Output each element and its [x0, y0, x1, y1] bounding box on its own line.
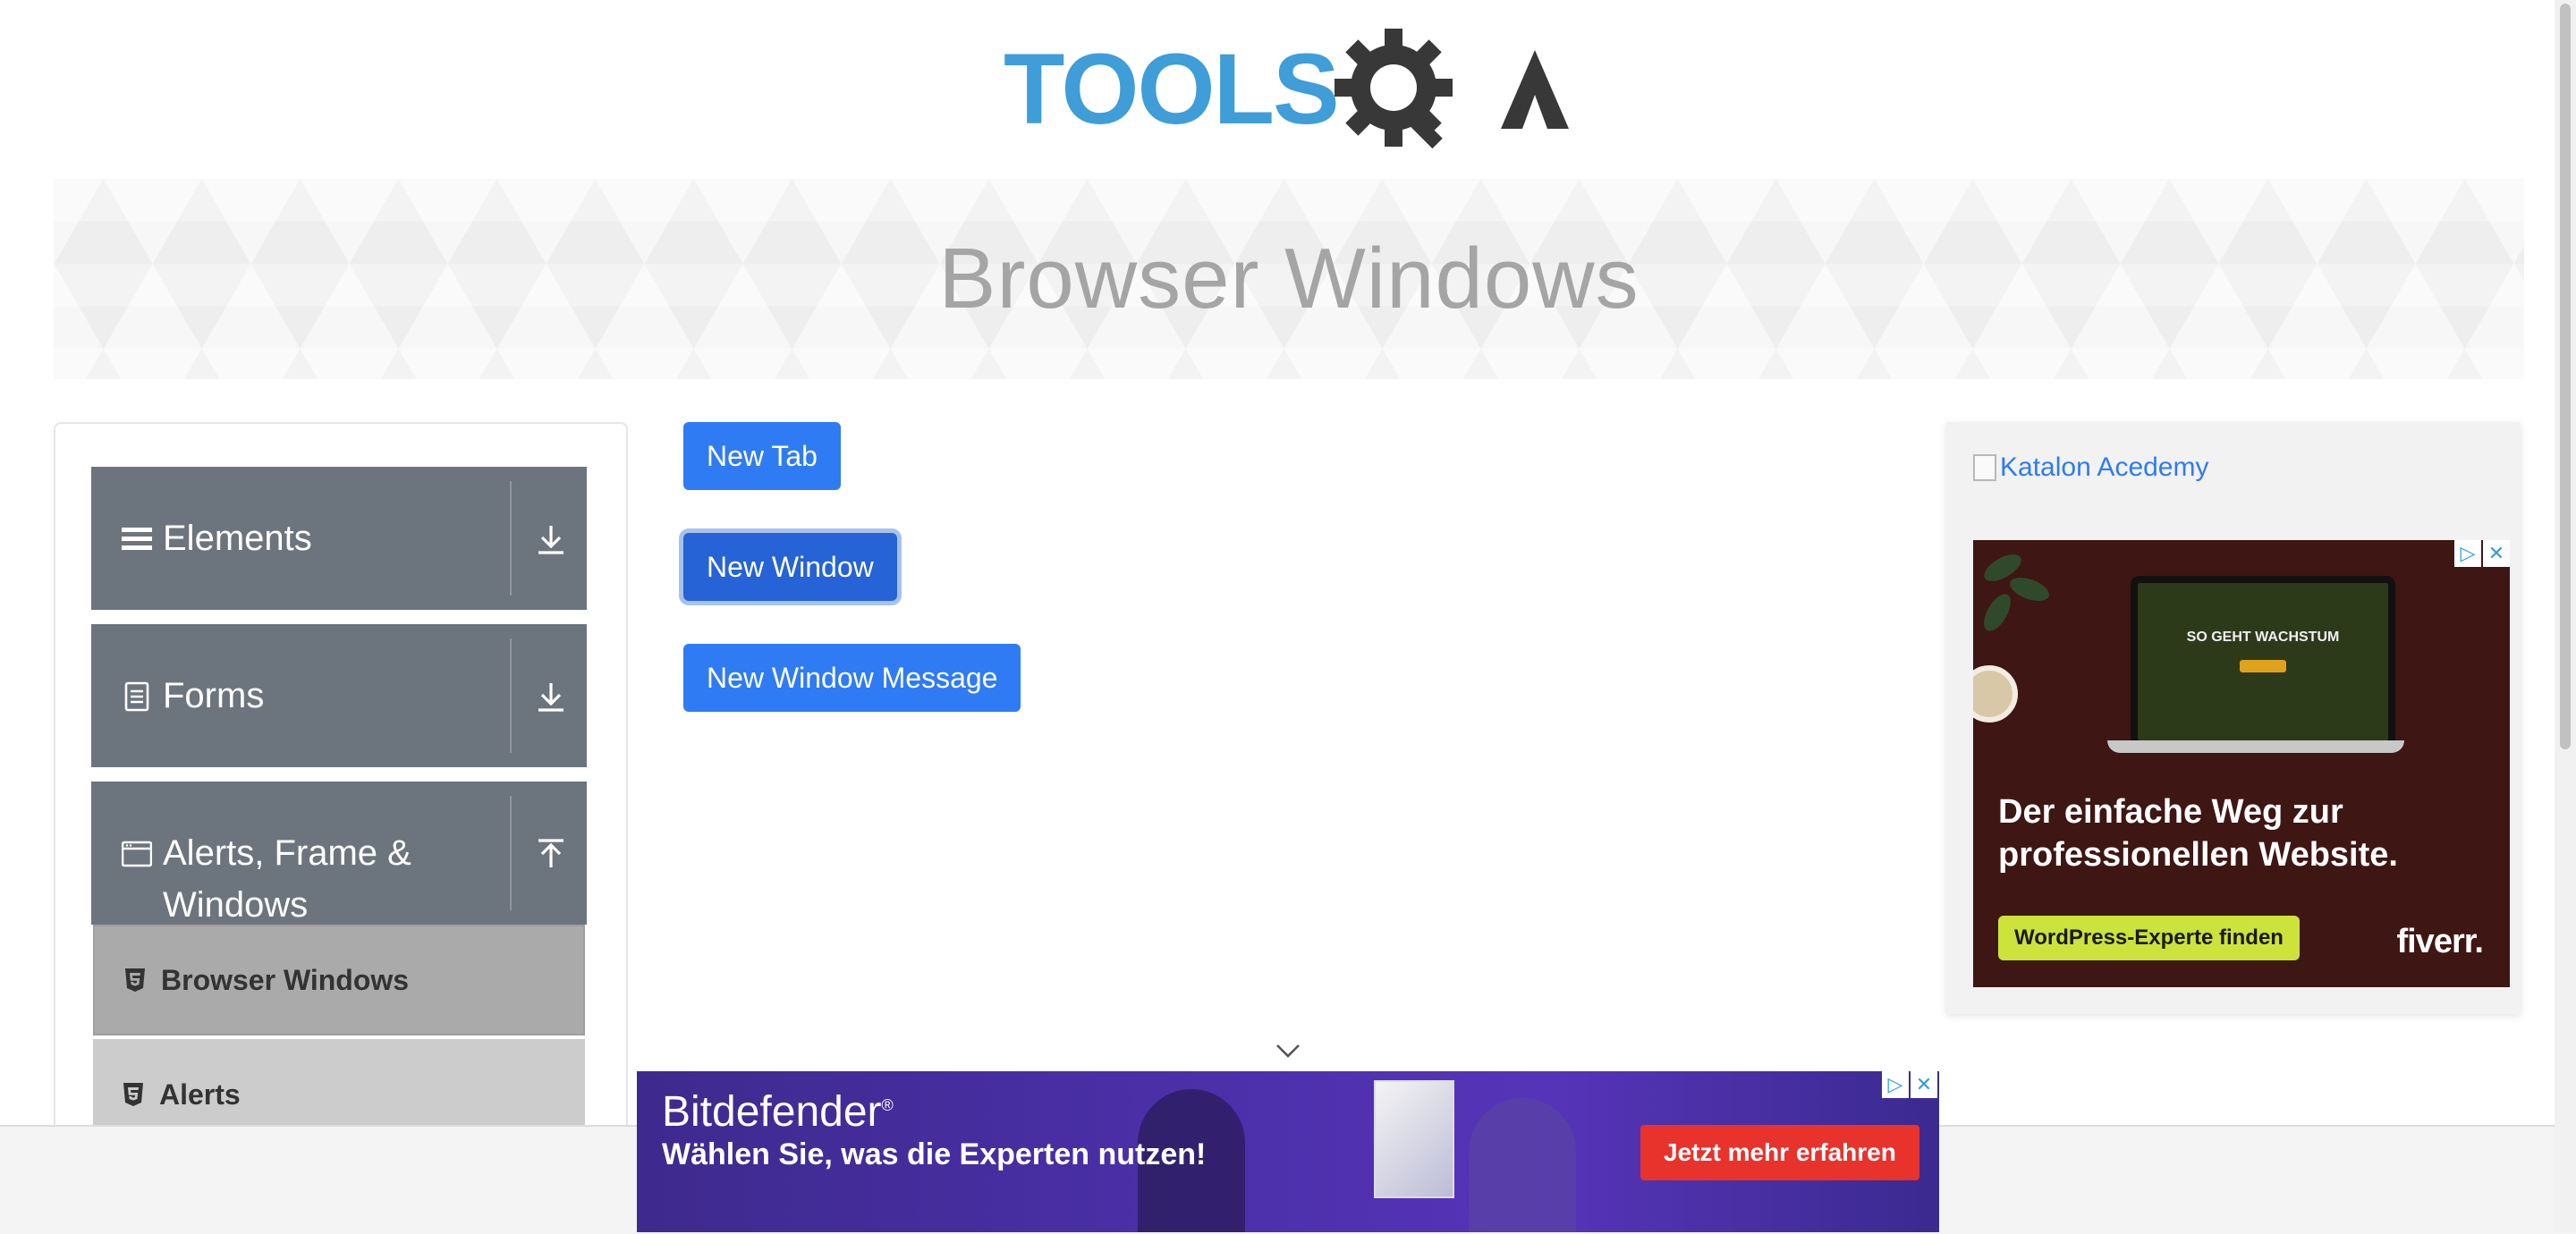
- laptop-base: [2107, 740, 2404, 753]
- new-window-message-button[interactable]: New Window Message: [683, 644, 1021, 712]
- ad-person-image: [1469, 1098, 1576, 1232]
- bitdefender-cta-button[interactable]: Jetzt mehr erfahren: [1640, 1125, 1919, 1180]
- document-icon: [124, 681, 149, 712]
- divider: [510, 638, 512, 753]
- window-icon: [122, 841, 152, 867]
- divider: [510, 481, 512, 596]
- html5-icon: [125, 968, 145, 992]
- toolsqa-logo[interactable]: TOOLS: [1000, 23, 1581, 166]
- fiverr-cta-button[interactable]: WordPress-Experte finden: [1998, 916, 2300, 960]
- adchoices-icon[interactable]: ▷: [1882, 1071, 1909, 1098]
- page-banner: Browser Windows: [54, 179, 2524, 379]
- sidebar-group-label: Elements: [163, 519, 312, 558]
- svg-text:TOOLS: TOOLS: [1004, 33, 1338, 145]
- bitdefender-tagline: Wählen Sie, was die Experten nutzen!: [662, 1137, 1207, 1171]
- adchoices-icon[interactable]: ▷: [2454, 540, 2481, 567]
- fiverr-headline: Der einfache Weg zur professionellen Web…: [1998, 790, 2481, 876]
- sidebar-group-label: Forms: [163, 676, 265, 715]
- new-tab-button[interactable]: New Tab: [683, 422, 841, 490]
- sidebar-group-elements[interactable]: Elements: [91, 467, 587, 610]
- sidebar-group-label: Alerts, Frame &: [163, 833, 411, 873]
- sidebar-group-forms[interactable]: Forms: [91, 624, 587, 767]
- right-ad-panel: Katalon Acedemy SO GEHT WACHSTUM Der ein…: [1946, 422, 2521, 1014]
- laptop-screen-text: SO GEHT WACHSTUM: [2186, 630, 2340, 645]
- bitdefender-logo: Bitdefender®: [662, 1087, 894, 1137]
- plant-leaf: [1978, 589, 2017, 636]
- download-arrow-icon[interactable]: [533, 522, 569, 558]
- fiverr-headline-line1: Der einfache Weg zur: [1998, 793, 2343, 831]
- sidebar-group-label-line2: Windows: [163, 885, 309, 925]
- html5-icon: [123, 1083, 143, 1106]
- coffee-cup: [1973, 665, 2018, 723]
- sidebar: Elements Forms Alerts, Frame & Windows B…: [54, 422, 628, 1232]
- chevron-down-icon[interactable]: [1274, 1039, 1302, 1062]
- page-title: Browser Windows: [938, 231, 1640, 326]
- close-ad-icon[interactable]: ✕: [2483, 540, 2510, 567]
- laptop-screen: SO GEHT WACHSTUM: [2131, 576, 2395, 748]
- sidebar-item-label: Browser Windows: [161, 963, 410, 996]
- hamburger-icon: [122, 528, 152, 550]
- katalon-academy-alt-text: Katalon Acedemy: [2000, 452, 2209, 482]
- bitdefender-ad[interactable]: Bitdefender® Wählen Sie, was die Experte…: [637, 1071, 1939, 1232]
- plant-leaf: [2006, 572, 2053, 606]
- vertical-scrollbar[interactable]: [2555, 0, 2576, 1232]
- fiverr-ad[interactable]: SO GEHT WACHSTUM Der einfache Weg zur pr…: [1973, 540, 2510, 987]
- close-ad-icon[interactable]: ✕: [1911, 1071, 1937, 1098]
- katalon-academy-link[interactable]: Katalon Acedemy: [1973, 452, 2208, 483]
- upload-arrow-icon[interactable]: [533, 837, 569, 873]
- broken-image-icon: [1973, 454, 1996, 481]
- sidebar-item-browser-windows[interactable]: Browser Windows: [93, 925, 585, 1035]
- new-window-button[interactable]: New Window: [683, 533, 897, 601]
- laptop-screen-button: [2240, 660, 2286, 672]
- bitdefender-brand-text: Bitdefender: [662, 1088, 882, 1136]
- divider: [510, 796, 512, 910]
- download-arrow-icon[interactable]: [533, 680, 569, 715]
- bitdefender-product-box: [1374, 1080, 1454, 1198]
- page: TOOLS Browser Windows Elements Forms Ale…: [0, 0, 2576, 1234]
- fiverr-logo: fiverr.: [2396, 923, 2484, 960]
- sidebar-item-label: Alerts: [159, 1078, 241, 1111]
- fiverr-headline-line2: professionellen Website.: [1998, 836, 2398, 874]
- sidebar-group-alerts-frame-windows[interactable]: Alerts, Frame & Windows: [91, 782, 587, 925]
- scrollbar-thumb[interactable]: [2560, 4, 2571, 749]
- trademark-symbol: ®: [881, 1096, 894, 1114]
